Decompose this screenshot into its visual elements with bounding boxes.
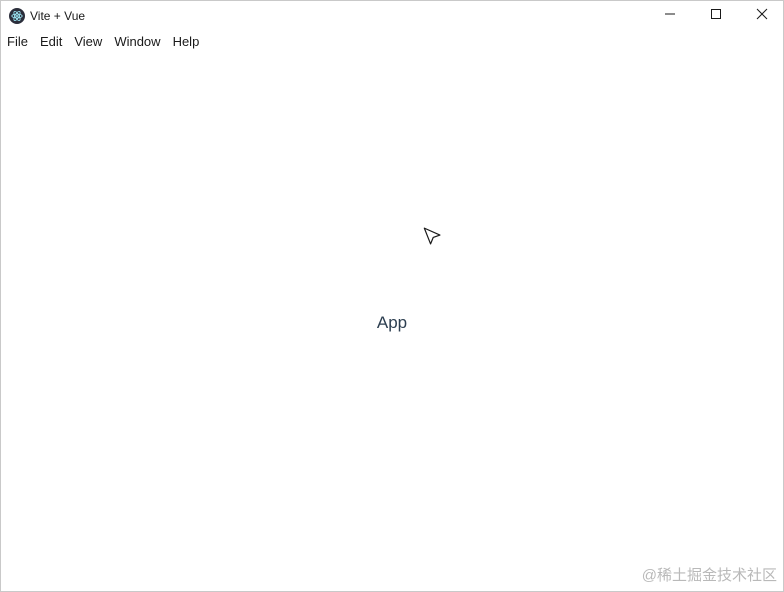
menu-file[interactable]: File <box>1 31 34 53</box>
window-title: Vite + Vue <box>30 9 86 23</box>
watermark: @稀土掘金技术社区 <box>641 567 777 584</box>
app-text: App <box>376 313 408 332</box>
app-content: App <box>1 53 783 591</box>
electron-icon <box>9 8 25 24</box>
title-bar[interactable]: Vite + Vue <box>1 1 783 31</box>
maximize-button[interactable] <box>693 1 739 31</box>
menu-view[interactable]: View <box>68 31 108 53</box>
menu-window[interactable]: Window <box>108 31 166 53</box>
minimize-button[interactable] <box>647 1 693 31</box>
menu-edit[interactable]: Edit <box>34 31 68 53</box>
mouse-cursor-icon <box>423 225 443 247</box>
maximize-icon <box>710 7 722 25</box>
app-window: Vite + Vue File Edit View Window Help Ap… <box>0 0 784 592</box>
close-button[interactable] <box>739 1 783 31</box>
close-icon <box>756 7 768 25</box>
menu-help[interactable]: Help <box>167 31 206 53</box>
menu-bar: File Edit View Window Help <box>1 31 783 53</box>
minimize-icon <box>664 7 676 25</box>
